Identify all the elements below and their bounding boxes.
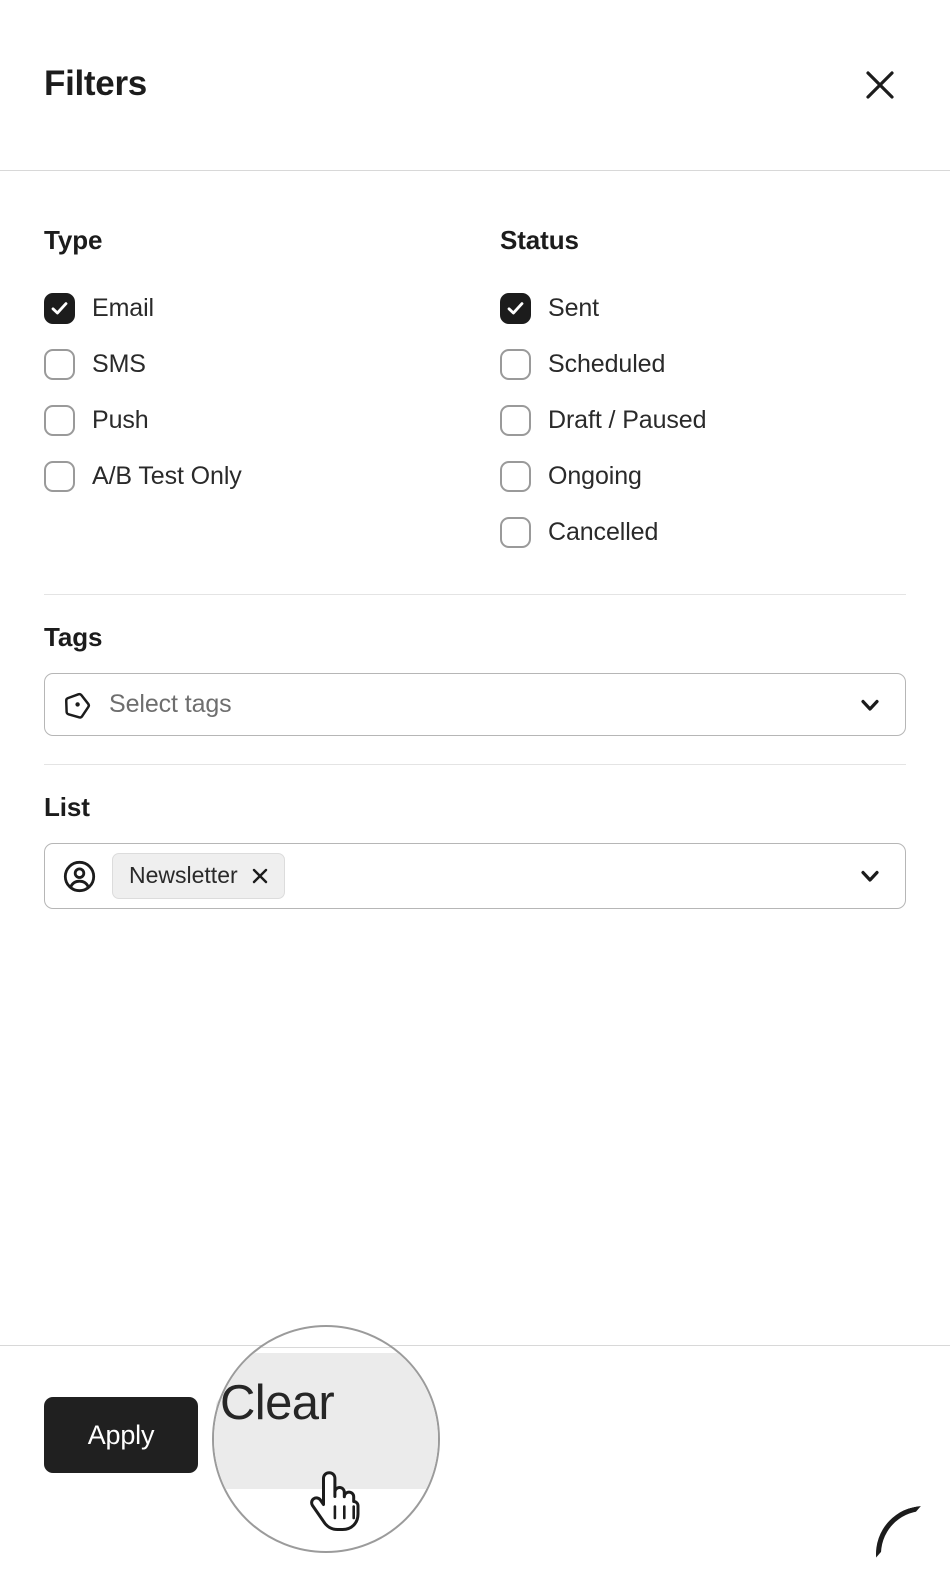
checkbox-label-sms: SMS [92, 349, 146, 378]
checkbox-row-scheduled[interactable]: Scheduled [500, 336, 900, 392]
checkbox-row-draft-paused[interactable]: Draft / Paused [500, 392, 900, 448]
checkbox-row-sent[interactable]: Sent [500, 280, 900, 336]
checkbox-row-sms[interactable]: SMS [44, 336, 500, 392]
checkbox-label-push: Push [92, 405, 149, 434]
checkbox-ongoing[interactable] [500, 460, 531, 492]
list-section: List Newsletter [44, 765, 906, 937]
checkbox-label-ongoing: Ongoing [548, 461, 642, 490]
list-chips: Newsletter [112, 853, 839, 899]
tags-label: Tags [44, 622, 103, 652]
checkbox-row-ongoing[interactable]: Ongoing [500, 448, 900, 504]
tags-section: Tags Select tags [44, 595, 906, 764]
chevron-down-icon[interactable] [855, 861, 885, 891]
type-group-title: Type [44, 225, 103, 255]
checkbox-label-scheduled: Scheduled [548, 349, 666, 378]
type-filter-group: Type Email SMS Push A/B Test Only [44, 225, 500, 560]
checkbox-cancelled[interactable] [500, 516, 531, 548]
tag-icon [63, 690, 93, 720]
tags-placeholder: Select tags [109, 690, 232, 718]
checkbox-row-cancelled[interactable]: Cancelled [500, 504, 900, 560]
panel-header: Filters [0, 0, 950, 171]
checkbox-row-push[interactable]: Push [44, 392, 500, 448]
cut-off-decoration [866, 1496, 950, 1572]
tags-select[interactable]: Select tags [44, 673, 906, 736]
checkbox-columns: Type Email SMS Push A/B Test Only Status… [44, 171, 906, 560]
panel-body: Type Email SMS Push A/B Test Only Status… [0, 171, 950, 1345]
status-group-title: Status [500, 225, 579, 255]
checkbox-ab-test-only[interactable] [44, 460, 75, 492]
list-select[interactable]: Newsletter [44, 843, 906, 909]
clear-button[interactable]: Clear [216, 1397, 392, 1473]
checkbox-sms[interactable] [44, 348, 75, 380]
checkbox-label-cancelled: Cancelled [548, 517, 659, 546]
page-title: Filters [44, 63, 147, 103]
checkbox-push[interactable] [44, 404, 75, 436]
status-filter-group: Status Sent Scheduled Draft / Paused Ong… [500, 225, 900, 560]
checkbox-scheduled[interactable] [500, 348, 531, 380]
checkbox-email[interactable] [44, 292, 75, 324]
checkbox-label-sent: Sent [548, 293, 600, 322]
checkbox-row-ab-test-only[interactable]: A/B Test Only [44, 448, 500, 504]
checkbox-row-email[interactable]: Email [44, 280, 500, 336]
close-icon [863, 68, 897, 102]
chevron-down-icon[interactable] [855, 690, 885, 720]
checkbox-label-draft-paused: Draft / Paused [548, 405, 707, 434]
chip-newsletter[interactable]: Newsletter [112, 853, 285, 899]
contact-circle-icon [63, 860, 96, 893]
close-panel-button[interactable] [852, 57, 908, 113]
panel-footer: Apply Clear [0, 1345, 950, 1572]
filters-panel: Filters Type Email SMS Push A/B Test Onl… [0, 0, 950, 1572]
chip-remove-icon[interactable] [250, 866, 270, 886]
checkbox-sent[interactable] [500, 292, 531, 324]
checkbox-label-ab-test-only: A/B Test Only [92, 461, 242, 490]
apply-button[interactable]: Apply [44, 1397, 198, 1473]
checkbox-label-email: Email [92, 293, 155, 322]
chip-label: Newsletter [129, 862, 238, 888]
checkbox-draft-paused[interactable] [500, 404, 531, 436]
list-label: List [44, 792, 90, 822]
